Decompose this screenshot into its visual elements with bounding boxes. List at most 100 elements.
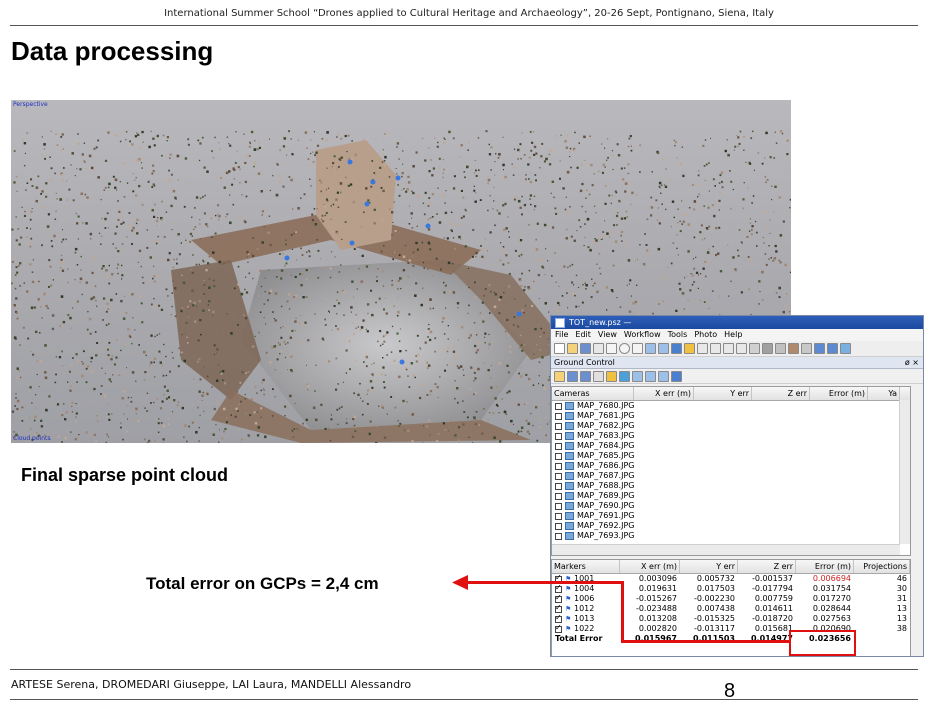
- marker-row[interactable]: ⚑10040.0196310.017503-0.0177940.03175430: [552, 583, 910, 594]
- view-source-icon[interactable]: [632, 370, 643, 382]
- col-error[interactable]: Error (m): [810, 387, 868, 400]
- menu-file[interactable]: File: [555, 329, 568, 341]
- save-icon[interactable]: [580, 343, 591, 354]
- col-m-error[interactable]: Error (m): [796, 560, 854, 573]
- camera-row[interactable]: MAP_7682.JPG: [552, 421, 910, 431]
- menu-help[interactable]: Help: [724, 329, 742, 341]
- view-estimated-icon[interactable]: [645, 370, 656, 382]
- camera-checkbox[interactable]: [555, 522, 562, 530]
- camera-checkbox[interactable]: [555, 512, 562, 520]
- marker-row[interactable]: ⚑10220.002820-0.0131170.0156810.02069038: [552, 623, 910, 634]
- rotate-icon[interactable]: [645, 343, 656, 354]
- marker-checkbox[interactable]: [555, 613, 562, 623]
- marker-row[interactable]: ⚑1012-0.0234880.0074380.0146110.02864413: [552, 603, 910, 614]
- camera-icon[interactable]: [814, 343, 825, 354]
- camera-checkbox[interactable]: [555, 492, 562, 500]
- gcp-total-error-text: Total error on GCPs = 2,4 cm: [146, 574, 379, 593]
- wireframe-icon[interactable]: [775, 343, 786, 354]
- col-m-x-err[interactable]: X err (m): [620, 560, 680, 573]
- col-cameras[interactable]: Cameras: [552, 387, 634, 400]
- settings-icon[interactable]: [593, 370, 604, 382]
- solid-icon[interactable]: [762, 343, 773, 354]
- cloud-point: [261, 381, 263, 384]
- free-select-icon[interactable]: [632, 343, 643, 354]
- col-m-z-err[interactable]: Z err: [738, 560, 796, 573]
- window-titlebar[interactable]: TOT_new.psz —: [551, 316, 923, 329]
- undo-icon[interactable]: [723, 343, 734, 354]
- col-ya[interactable]: Ya: [868, 387, 900, 400]
- col-x-err[interactable]: X err (m): [634, 387, 694, 400]
- menu-view[interactable]: View: [598, 329, 617, 341]
- optimize-icon[interactable]: [671, 370, 682, 382]
- camera-checkbox[interactable]: [555, 472, 562, 480]
- cloud-point: [182, 308, 185, 311]
- import-icon[interactable]: [554, 370, 565, 382]
- camera-row[interactable]: MAP_7688.JPG: [552, 481, 910, 491]
- camera-checkbox[interactable]: [555, 412, 562, 420]
- camera-checkbox[interactable]: [555, 482, 562, 490]
- photos-icon[interactable]: [827, 343, 838, 354]
- info-icon[interactable]: [840, 343, 851, 354]
- marker-checkbox[interactable]: [555, 583, 562, 593]
- camera-checkbox[interactable]: [555, 422, 562, 430]
- save-markers-icon[interactable]: [580, 370, 591, 382]
- camera-row[interactable]: MAP_7691.JPG: [552, 511, 910, 521]
- col-m-projections[interactable]: Projections: [854, 560, 910, 573]
- marker-row[interactable]: ⚑1006-0.015267-0.0022300.0077590.0172703…: [552, 593, 910, 604]
- camera-row[interactable]: MAP_7685.JPG: [552, 451, 910, 461]
- rect-select-icon[interactable]: [606, 343, 617, 354]
- marker-row[interactable]: ⚑10130.013208-0.015325-0.0187200.0275631…: [552, 613, 910, 624]
- camera-checkbox[interactable]: [555, 462, 562, 470]
- cloud-point: [553, 252, 556, 255]
- resize-icon[interactable]: [658, 343, 669, 354]
- camera-row[interactable]: MAP_7681.JPG: [552, 411, 910, 421]
- marker-checkbox[interactable]: [555, 593, 562, 603]
- open-icon[interactable]: [567, 343, 578, 354]
- view-errors-icon[interactable]: [658, 370, 669, 382]
- marker-checkbox[interactable]: [555, 623, 562, 633]
- export-icon[interactable]: [567, 370, 578, 382]
- camera-checkbox[interactable]: [555, 532, 562, 540]
- menu-edit[interactable]: Edit: [575, 329, 591, 341]
- camera-checkbox[interactable]: [555, 402, 562, 410]
- panel-close-icon[interactable]: ø ×: [905, 357, 919, 368]
- camera-row[interactable]: MAP_7683.JPG: [552, 431, 910, 441]
- camera-row[interactable]: MAP_7693.JPG: [552, 531, 910, 541]
- camera-checkbox[interactable]: [555, 442, 562, 450]
- camera-checkbox[interactable]: [555, 502, 562, 510]
- cameras-vscroll[interactable]: [899, 400, 910, 544]
- camera-row[interactable]: MAP_7689.JPG: [552, 491, 910, 501]
- navigate-icon[interactable]: [593, 343, 604, 354]
- redo-icon[interactable]: [736, 343, 747, 354]
- camera-row[interactable]: MAP_7690.JPG: [552, 501, 910, 511]
- marker-checkbox[interactable]: [555, 603, 562, 613]
- menu-photo[interactable]: Photo: [694, 329, 717, 341]
- menu-tools[interactable]: Tools: [668, 329, 688, 341]
- photoscan-window[interactable]: TOT_new.psz — File Edit View Workflow To…: [550, 315, 924, 657]
- col-y-err[interactable]: Y err: [694, 387, 752, 400]
- camera-row[interactable]: MAP_7680.JPG: [552, 401, 910, 411]
- menu-workflow[interactable]: Workflow: [624, 329, 661, 341]
- camera-row[interactable]: MAP_7687.JPG: [552, 471, 910, 481]
- camera-checkbox[interactable]: [555, 432, 562, 440]
- edit-icon[interactable]: [606, 370, 617, 382]
- col-markers[interactable]: Markers: [552, 560, 620, 573]
- delete-icon[interactable]: [697, 343, 708, 354]
- cloud-point: [158, 350, 161, 353]
- shaded-icon[interactable]: [801, 343, 812, 354]
- camera-row[interactable]: MAP_7692.JPG: [552, 521, 910, 531]
- new-icon[interactable]: [554, 343, 565, 354]
- camera-checkbox[interactable]: [555, 452, 562, 460]
- col-z-err[interactable]: Z err: [752, 387, 810, 400]
- col-m-y-err[interactable]: Y err: [680, 560, 738, 573]
- camera-row[interactable]: MAP_7684.JPG: [552, 441, 910, 451]
- points-icon[interactable]: [749, 343, 760, 354]
- crop-icon[interactable]: [710, 343, 721, 354]
- marker-icon[interactable]: [671, 343, 682, 354]
- camera-row[interactable]: MAP_7686.JPG: [552, 461, 910, 471]
- ruler-icon[interactable]: [684, 343, 695, 354]
- cameras-hscroll[interactable]: [552, 544, 900, 555]
- refresh-icon[interactable]: [619, 370, 630, 382]
- circle-select-icon[interactable]: [619, 343, 630, 354]
- textured-icon[interactable]: [788, 343, 799, 354]
